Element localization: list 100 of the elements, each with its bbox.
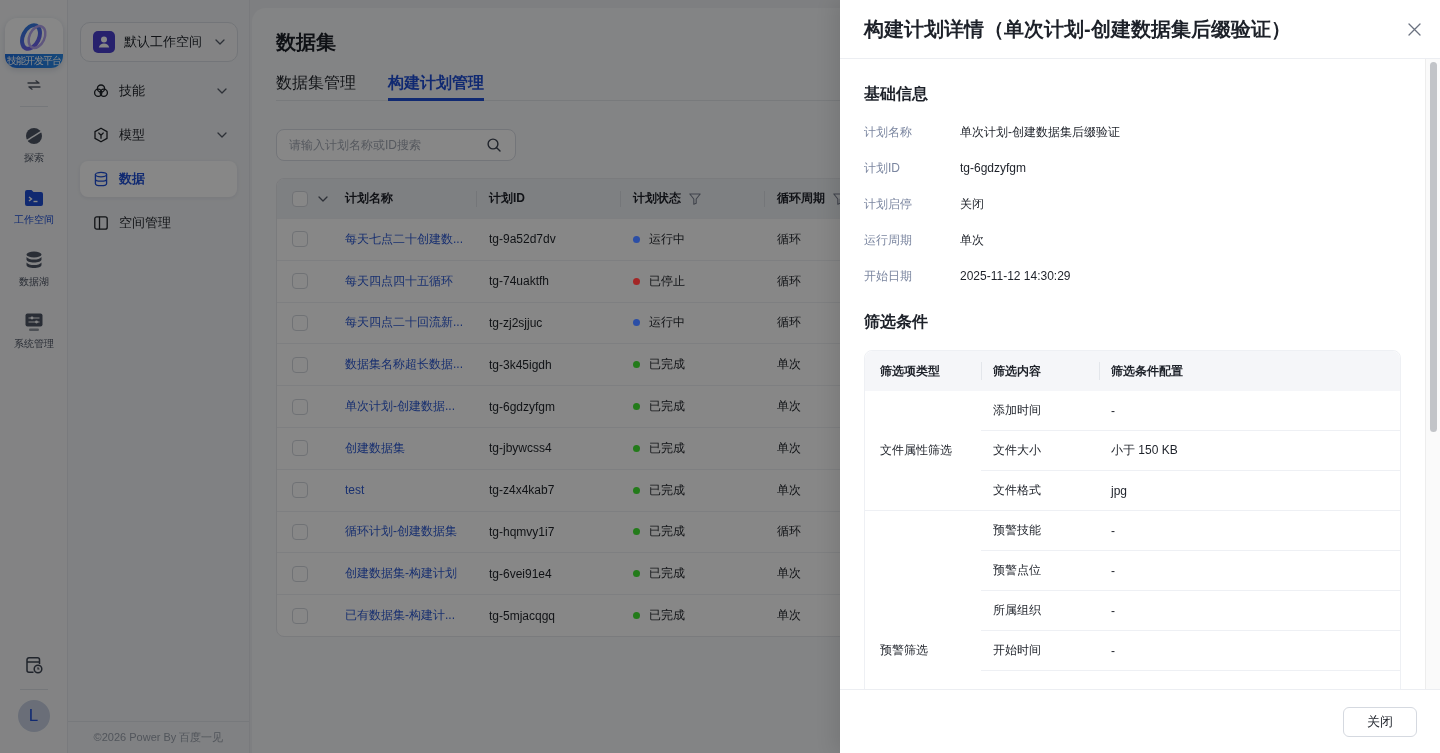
workspace-selector[interactable]: 默认工作空间 (80, 22, 238, 62)
plan-name-link[interactable]: 单次计划-创建数据... (345, 398, 455, 416)
terminal-folder-icon (23, 188, 44, 208)
status-text: 已完成 (649, 439, 685, 457)
column-header: 循环周期 (777, 190, 825, 207)
table-cell: 预警技能 (981, 511, 1099, 551)
table-cell: - (1099, 591, 1400, 631)
table-cell: - (1099, 631, 1400, 671)
cycle-text: 单次 (777, 481, 801, 499)
status-text: 运行中 (649, 230, 685, 248)
field-label: 计划启停 (864, 195, 913, 213)
chevron-down-icon (215, 39, 225, 45)
status-text: 已完成 (649, 523, 685, 541)
plan-name-link[interactable]: 每天七点二十创建数... (345, 230, 463, 248)
table-cell: - (1099, 551, 1400, 591)
plan-id-text: tg-6vei91e4 (489, 566, 552, 581)
app-logo[interactable]: 技能开发平台 (4, 18, 63, 68)
table-cell: 文件属性筛选 (865, 391, 981, 511)
cycle-text: 循环 (777, 523, 801, 541)
database-icon (93, 171, 109, 187)
close-button[interactable]: 关闭 (1343, 706, 1417, 737)
table-cell: 小于 150 KB (1099, 431, 1400, 471)
overlapping-circles-icon (93, 83, 109, 99)
column-header: 筛选条件配置 (1111, 362, 1183, 380)
clock-document-icon[interactable] (24, 656, 43, 674)
table-cell: 所属组织 (981, 591, 1099, 631)
cycle-text: 单次 (777, 356, 801, 374)
close-icon (1408, 22, 1421, 36)
table-cell: - (1099, 391, 1400, 431)
rail-nav-item[interactable]: 探索 (23, 126, 44, 165)
split-panel-icon (93, 215, 109, 231)
plan-id-text: tg-z4x4kab7 (489, 483, 555, 498)
field-label: 计划ID (864, 159, 901, 177)
sidebar-menu-item[interactable]: 数据 (80, 161, 237, 197)
cycle-text: 单次 (777, 439, 801, 457)
sidebar-menu-item[interactable]: 技能 (80, 73, 237, 109)
plan-id-text: tg-3k45igdh (489, 357, 552, 372)
drawer-title: 构建计划详情（单次计划-创建数据集后缀验证） (864, 17, 1291, 42)
tab[interactable]: 数据集管理 (276, 68, 356, 101)
user-avatar[interactable]: L (17, 700, 50, 732)
page-title: 数据集 (276, 30, 336, 55)
column-header: 计划状态 (633, 190, 681, 207)
cycle-text: 循环 (777, 314, 801, 332)
status-text: 已完成 (649, 565, 685, 583)
planet-icon (23, 126, 44, 146)
column-header: 筛选内容 (993, 362, 1041, 380)
status-text: 已完成 (649, 607, 685, 625)
column-header: 筛选项类型 (880, 362, 940, 380)
plan-id-text: tg-hqmvy1i7 (489, 524, 555, 539)
cycle-text: 单次 (777, 607, 801, 625)
scrollbar-thumb[interactable] (1430, 62, 1437, 432)
field-value: 单次计划-创建数据集后缀验证 (960, 123, 1120, 141)
plan-name-link[interactable]: 每天四点二十回流新... (345, 314, 463, 332)
user-avatar-icon (93, 31, 115, 53)
rail-nav-item[interactable]: 工作空间 (13, 188, 54, 227)
plan-id-text: tg-jbywcss4 (489, 441, 552, 456)
field-value: 2025-11-12 14:30:29 (960, 269, 1071, 283)
field-label: 运行周期 (864, 231, 913, 249)
tab[interactable]: 构建计划管理 (388, 68, 484, 101)
sidebar-menu-item[interactable]: 模型 (80, 117, 237, 153)
field-label: 计划名称 (864, 123, 913, 141)
section-title: 基础信息 (864, 84, 928, 104)
status-text: 运行中 (649, 314, 685, 332)
logo-caption: 技能开发平台 (4, 54, 63, 68)
cycle-text: 单次 (777, 398, 801, 416)
plan-name-link[interactable]: 数据集名称超长数据... (345, 356, 463, 374)
status-text: 已完成 (649, 356, 685, 374)
table-cell: 文件大小 (981, 431, 1099, 471)
rail-nav-item[interactable]: 数据湖 (18, 250, 49, 289)
field-value: 关闭 (960, 195, 984, 213)
rail-nav-item[interactable]: 系统管理 (13, 312, 54, 351)
section-title: 筛选条件 (864, 312, 928, 332)
table-cell: 添加时间 (981, 391, 1099, 431)
cycle-text: 循环 (777, 272, 801, 290)
plan-name-link[interactable]: 已有数据集-构建计... (345, 607, 455, 625)
swap-arrows-icon[interactable] (26, 80, 41, 90)
chevron-down-icon[interactable] (318, 195, 328, 202)
table-cell: 开始时间 (981, 631, 1099, 671)
field-value: 单次 (960, 231, 984, 249)
plan-id-text: tg-zj2sjjuc (489, 316, 543, 330)
cycle-text: 循环 (777, 230, 801, 248)
cycle-text: 单次 (777, 565, 801, 583)
plan-name-link[interactable]: 创建数据集 (345, 439, 405, 457)
database-icon (23, 250, 44, 270)
plan-name-link[interactable]: test (345, 483, 365, 498)
search-icon[interactable] (487, 138, 501, 152)
status-text: 已完成 (649, 398, 685, 416)
plan-name-link[interactable]: 循环计划-创建数据集 (345, 523, 457, 541)
hexagon-icon (93, 127, 109, 143)
close-button[interactable] (1407, 21, 1422, 37)
table-cell: 预警点位 (981, 551, 1099, 591)
plan-id-text: tg-5mjacqgq (489, 608, 556, 623)
plan-name-link[interactable]: 创建数据集-构建计划 (345, 565, 457, 583)
status-text: 已停止 (649, 272, 685, 290)
plan-name-link[interactable]: 每天四点四十五循环 (345, 272, 453, 290)
sidebar-menu-item[interactable]: 空间管理 (80, 205, 237, 241)
field-value: tg-6gdzyfgm (960, 161, 1027, 175)
column-header: 计划名称 (345, 190, 393, 207)
table-cell: 文件格式 (981, 471, 1099, 511)
plan-id-text: tg-6gdzyfgm (489, 399, 556, 414)
